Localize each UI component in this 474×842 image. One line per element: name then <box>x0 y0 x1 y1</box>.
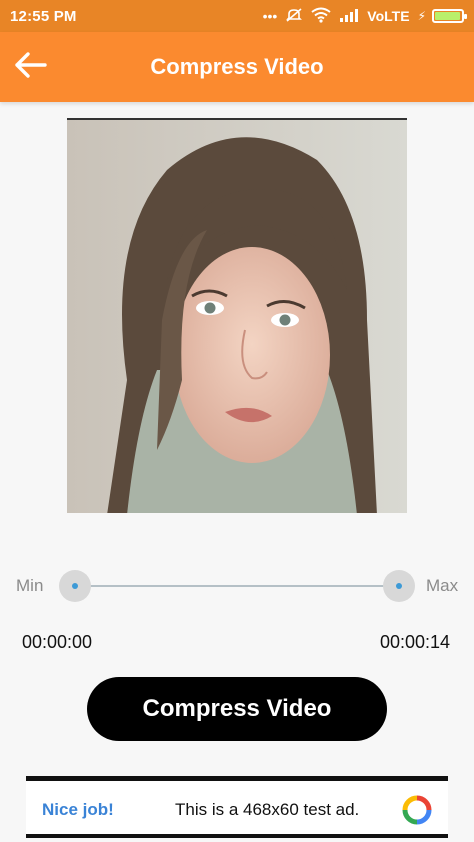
status-dots: ••• <box>262 8 278 24</box>
page-title: Compress Video <box>150 54 324 79</box>
signal-icon <box>339 8 359 24</box>
range-min-label: Min <box>16 576 44 595</box>
trim-range: Min Max <box>0 566 474 606</box>
battery-icon <box>432 9 467 23</box>
status-time: 12:55 PM <box>10 7 77 25</box>
ad-body: This is a 468x60 test ad. <box>175 800 360 819</box>
range-track[interactable] <box>75 585 399 587</box>
start-time: 00:00:00 <box>22 632 93 652</box>
end-time: 00:00:14 <box>380 632 451 652</box>
range-max-label: Max <box>426 576 459 595</box>
status-bar: 12:55 PM ••• VoLTE ⚡ <box>0 0 474 32</box>
app-bar: Compress Video <box>0 32 474 102</box>
video-thumbnail[interactable] <box>67 118 407 513</box>
range-start-handle[interactable] <box>59 570 91 602</box>
charging-icon: ⚡ <box>417 9 426 23</box>
ad-banner[interactable]: Nice job! This is a 468x60 test ad. <box>26 776 448 838</box>
network-type: VoLTE <box>367 8 410 24</box>
mute-icon <box>285 7 303 25</box>
range-end-handle[interactable] <box>383 570 415 602</box>
status-icons: ••• VoLTE ⚡ <box>262 7 467 25</box>
ad-logo-icon <box>402 795 432 825</box>
back-button[interactable] <box>10 49 50 85</box>
wifi-icon <box>311 7 331 25</box>
arrow-left-icon <box>13 51 47 84</box>
ad-headline: Nice job! <box>42 800 114 819</box>
compress-video-button[interactable]: Compress Video <box>87 677 387 741</box>
